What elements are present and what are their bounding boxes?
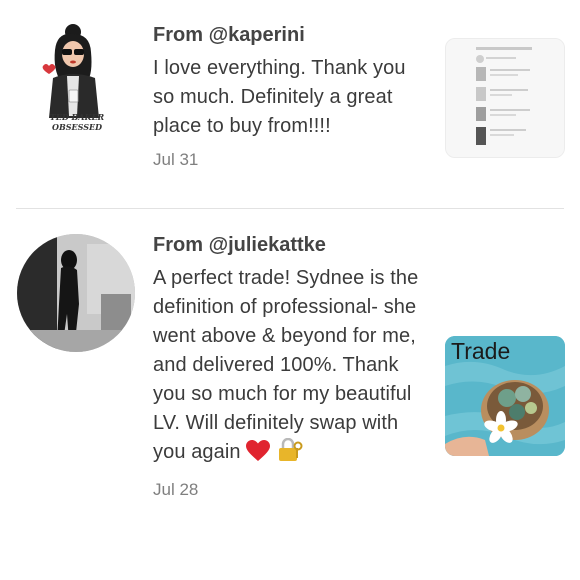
reviewer-username-link[interactable]: @juliekattke xyxy=(209,234,326,256)
review-text: I love everything. Thank you so much. De… xyxy=(153,57,406,137)
trade-thumbnail[interactable]: Trade xyxy=(445,336,565,456)
trade-label: Trade xyxy=(451,338,511,364)
review-divider xyxy=(16,208,564,209)
listing-screenshot-icon xyxy=(446,39,564,157)
from-prefix: From xyxy=(153,24,209,46)
avatar-caption-line2: OBSESSED xyxy=(51,122,103,132)
review-date: Jul 31 xyxy=(153,150,199,169)
review-content: From @juliekattke A perfect trade! Sydne… xyxy=(153,232,428,500)
review-date: Jul 28 xyxy=(153,480,199,499)
review-item: From @juliekattke A perfect trade! Sydne… xyxy=(0,210,580,580)
review-text: A perfect trade! Sydnee is the definitio… xyxy=(153,264,428,471)
listing-thumbnail[interactable] xyxy=(445,38,565,158)
avatar-caption: TED BAKER OBSESSED xyxy=(35,112,119,132)
reviewer-avatar[interactable] xyxy=(17,234,135,352)
review-from: From @juliekattke xyxy=(153,232,428,258)
avatar-caption-line1: TED BAKER xyxy=(49,112,105,122)
review-content: From @kaperini I love everything. Thank … xyxy=(153,22,428,170)
review-item: TED BAKER OBSESSED From @kaperini I love… xyxy=(0,0,580,208)
reviewer-username-link[interactable]: @kaperini xyxy=(209,24,305,46)
reviewer-avatar[interactable]: TED BAKER OBSESSED xyxy=(17,18,135,136)
from-prefix: From xyxy=(153,234,209,256)
padlock-key-icon xyxy=(276,437,304,471)
profile-photo-icon xyxy=(17,234,135,352)
review-text-body: A perfect trade! Sydnee is the definitio… xyxy=(153,267,419,463)
review-from: From @kaperini xyxy=(153,22,428,48)
red-heart-icon xyxy=(246,440,271,471)
